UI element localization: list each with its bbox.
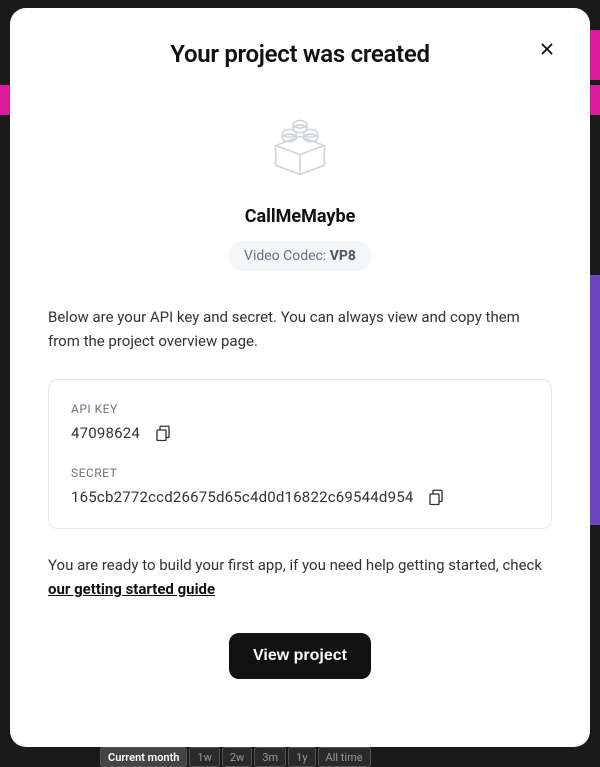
- intro-text: Below are your API key and secret. You c…: [48, 305, 552, 353]
- lego-block-icon: [262, 106, 338, 182]
- copy-icon: [154, 424, 172, 442]
- project-icon: [48, 106, 552, 182]
- getting-started-link[interactable]: our getting started guide: [48, 580, 215, 598]
- project-name: CallMeMaybe: [48, 206, 552, 227]
- codec-value: VP8: [330, 248, 356, 264]
- copy-icon: [427, 488, 445, 506]
- codec-label: Video Codec:: [244, 248, 330, 264]
- secret-group: SECRET 165cb2772ccd26675d65c4d0d16822c69…: [71, 466, 529, 506]
- time-range-current[interactable]: Current month: [100, 747, 187, 767]
- project-created-modal: Your project was created CallMeMaybe Vid…: [10, 8, 590, 747]
- modal-title: Your project was created: [48, 40, 552, 68]
- api-key-group: API KEY 47098624: [71, 402, 529, 442]
- api-key-value: 47098624: [71, 424, 140, 442]
- time-range-option[interactable]: All time: [318, 747, 371, 767]
- outro-before: You are ready to build your first app, i…: [48, 556, 542, 574]
- time-range-option[interactable]: 3m: [254, 747, 286, 767]
- copy-api-key-button[interactable]: [154, 424, 172, 442]
- credentials-box: API KEY 47098624 SECRET 165cb2772ccd2667…: [48, 379, 552, 529]
- copy-secret-button[interactable]: [427, 488, 445, 506]
- secret-label: SECRET: [71, 466, 529, 480]
- view-project-button[interactable]: View project: [229, 633, 371, 679]
- time-range-option[interactable]: 1w: [189, 747, 219, 767]
- secret-value: 165cb2772ccd26675d65c4d0d16822c69544d954: [71, 488, 413, 506]
- close-icon: [538, 40, 556, 58]
- api-key-label: API KEY: [71, 402, 529, 416]
- codec-pill: Video Codec: VP8: [228, 241, 372, 271]
- time-range-option[interactable]: 1y: [288, 747, 315, 767]
- time-range-option[interactable]: 2w: [222, 747, 252, 767]
- outro-text: You are ready to build your first app, i…: [48, 553, 552, 601]
- time-range-bar: Current month 1w 2w 3m 1y All time: [100, 747, 600, 767]
- close-button[interactable]: [536, 38, 558, 60]
